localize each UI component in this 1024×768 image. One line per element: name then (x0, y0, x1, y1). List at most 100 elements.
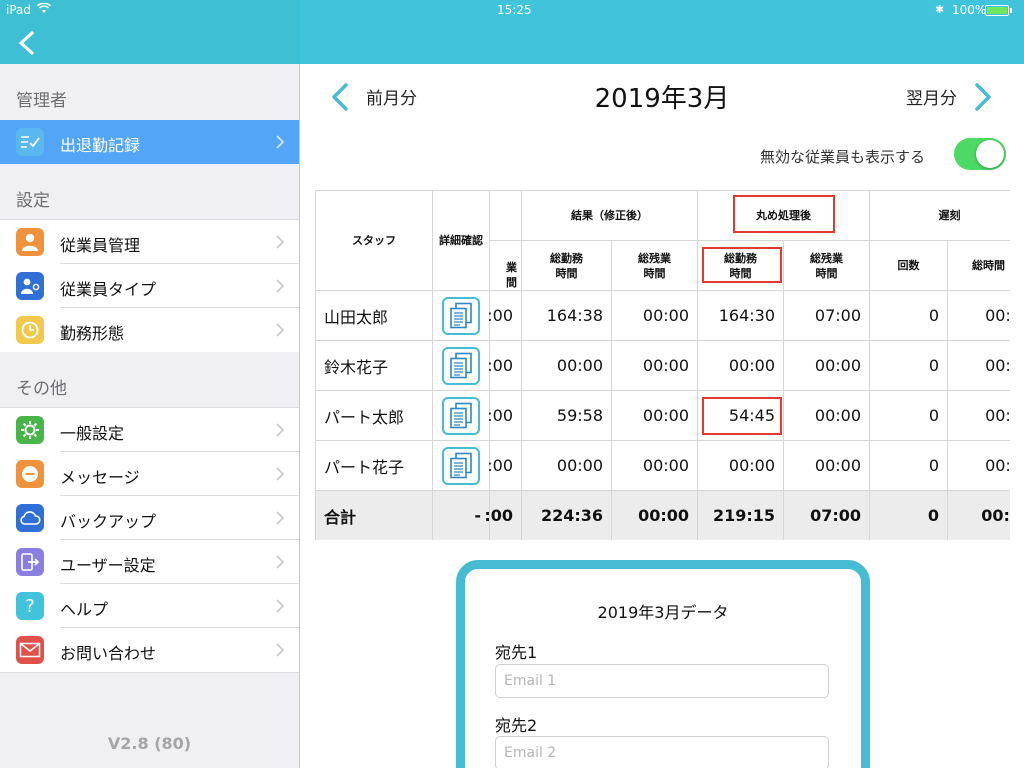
message-icon (16, 460, 44, 488)
staff-name: パート太郎 (316, 391, 433, 441)
sidebar-item-message[interactable]: メッセージ (0, 452, 299, 496)
result-overtime-value: 00:00 (612, 341, 698, 391)
user-settings-icon (16, 548, 44, 576)
header-staff: スタッフ (316, 191, 433, 291)
chevron-right-icon (276, 467, 285, 481)
sidebar-item-user-settings[interactable]: ユーザー設定 (0, 540, 299, 584)
chevron-right-icon (276, 235, 285, 249)
late-total-value: 00:0 (948, 291, 1010, 341)
total-label: 合計 (316, 491, 433, 540)
result-work-value: 59:58 (522, 391, 612, 441)
detail-cell (433, 341, 490, 391)
sidebar-item-label: 従業員管理 (60, 236, 141, 255)
status-bar: iPad 15:25 ✱ 100% (0, 0, 1024, 20)
sidebar-item-employee-type[interactable]: 従業員タイプ (0, 264, 299, 308)
total-rounded-overtime: 07:00 (784, 491, 870, 540)
recipient2-label: 宛先2 (495, 716, 538, 735)
late-total-value: 00:0 (948, 391, 1010, 441)
sidebar-item-label: ユーザー設定 (60, 556, 156, 575)
late-total-value: 00:0 (948, 441, 1010, 491)
app-root: iPad 15:25 ✱ 100% 管理者 出退勤記録 設定 従業員管理 従業員… (0, 0, 1024, 768)
battery-icon (985, 5, 1009, 16)
sidebar-item-contact[interactable]: お問い合わせ (0, 628, 299, 672)
attendance-table[interactable]: スタッフ 詳細確認 結果（修正後） 丸め処理後 遅刻 業 間 総勤務 時間 総残業… (315, 190, 1010, 540)
rounded-work-value: 00:00 (698, 441, 784, 491)
detail-button[interactable] (442, 396, 480, 435)
toggle-knob (976, 140, 1004, 168)
sidebar-item-label: お問い合わせ (60, 644, 157, 663)
chevron-right-icon (276, 279, 285, 293)
result-work-value: 00:00 (522, 341, 612, 391)
chevron-right-icon (276, 423, 285, 437)
section-header-other: その他 (16, 379, 67, 399)
chevron-right-icon (276, 555, 285, 569)
sidebar-item-backup[interactable]: バックアップ (0, 496, 299, 540)
document-icon (450, 352, 472, 378)
total-late-count: 0 (870, 491, 948, 540)
header-partial-top: 業 (506, 261, 517, 274)
status-time: 15:25 (497, 3, 532, 17)
show-inactive-toggle[interactable] (954, 138, 1006, 170)
sidebar-item-attendance[interactable]: 出退勤記録 (0, 120, 299, 164)
late-count-value: 0 (870, 291, 948, 341)
email1-input[interactable] (495, 664, 829, 698)
sidebar-item-help[interactable]: ? ヘルプ (0, 584, 299, 628)
document-icon (450, 302, 472, 328)
back-chevron-icon[interactable] (16, 30, 38, 56)
result-overtime-value: 00:00 (612, 391, 698, 441)
sidebar-item-label: メッセージ (60, 468, 140, 487)
header-line: 時間 (555, 266, 578, 280)
rounded-work-value: 00:00 (698, 341, 784, 391)
header-line: 総残業 (638, 251, 671, 265)
header-group-late: 遅刻 (870, 191, 1010, 241)
header-line: 総残業 (810, 251, 843, 265)
total-result-work: 224:36 (522, 491, 612, 540)
partial-value: :00 (487, 391, 522, 441)
header-late-count: 回数 (870, 241, 948, 291)
person-type-icon (16, 272, 44, 300)
result-overtime-value: 00:00 (612, 291, 698, 341)
result-work-value: 164:38 (522, 291, 612, 341)
card-title: 2019年3月データ (597, 603, 729, 622)
staff-name: 鈴木花子 (316, 341, 433, 391)
highlight-rounded-header (733, 195, 835, 233)
header-line: 総勤務 (550, 251, 583, 265)
document-icon (450, 452, 472, 478)
next-month-button[interactable]: 翌月分 (906, 84, 957, 109)
highlight-rounded-work-value (702, 397, 782, 435)
chevron-right-icon[interactable] (973, 82, 993, 112)
show-inactive-label: 無効な従業員も表示する (760, 148, 926, 166)
detail-cell (433, 441, 490, 491)
detail-button[interactable] (442, 346, 480, 385)
detail-button[interactable] (442, 296, 480, 335)
cloud-icon (16, 504, 44, 532)
staff-name: 山田太郎 (316, 291, 433, 341)
sidebar-item-employee-management[interactable]: 従業員管理 (0, 220, 299, 264)
help-icon: ? (16, 592, 44, 620)
header-result-overtime: 総残業 時間 (612, 241, 698, 291)
total-rounded-work: 219:15 (698, 491, 784, 540)
sidebar-item-work-pattern[interactable]: 勤務形態 (0, 308, 299, 352)
highlight-rounded-work-header (702, 247, 782, 283)
email2-input[interactable] (495, 736, 829, 768)
header-line: 時間 (815, 266, 838, 280)
sidebar-item-general-settings[interactable]: 一般設定 (0, 408, 299, 452)
sidebar-item-label: 勤務形態 (60, 324, 125, 343)
clock-icon (16, 316, 44, 344)
rounded-overtime-value: 00:00 (784, 441, 870, 491)
sidebar-item-label: バックアップ (60, 512, 157, 531)
late-count-value: 0 (870, 441, 948, 491)
chevron-right-icon (276, 643, 285, 657)
group-divider (0, 672, 299, 673)
header-group-result: 結果（修正後） (522, 191, 698, 241)
app-version: V2.8 (80) (107, 734, 192, 753)
chevron-right-icon (276, 599, 285, 613)
section-header-settings: 設定 (16, 191, 50, 211)
header-line: 時間 (643, 266, 666, 280)
detail-button[interactable] (442, 446, 480, 485)
header-rounded-overtime: 総残業 時間 (784, 241, 870, 291)
total-late-total: 00:0 (948, 491, 1010, 540)
email-export-card: 2019年3月データ 宛先1 宛先2 (456, 560, 870, 768)
checklist-icon (16, 128, 44, 156)
device-name: iPad (6, 3, 32, 17)
